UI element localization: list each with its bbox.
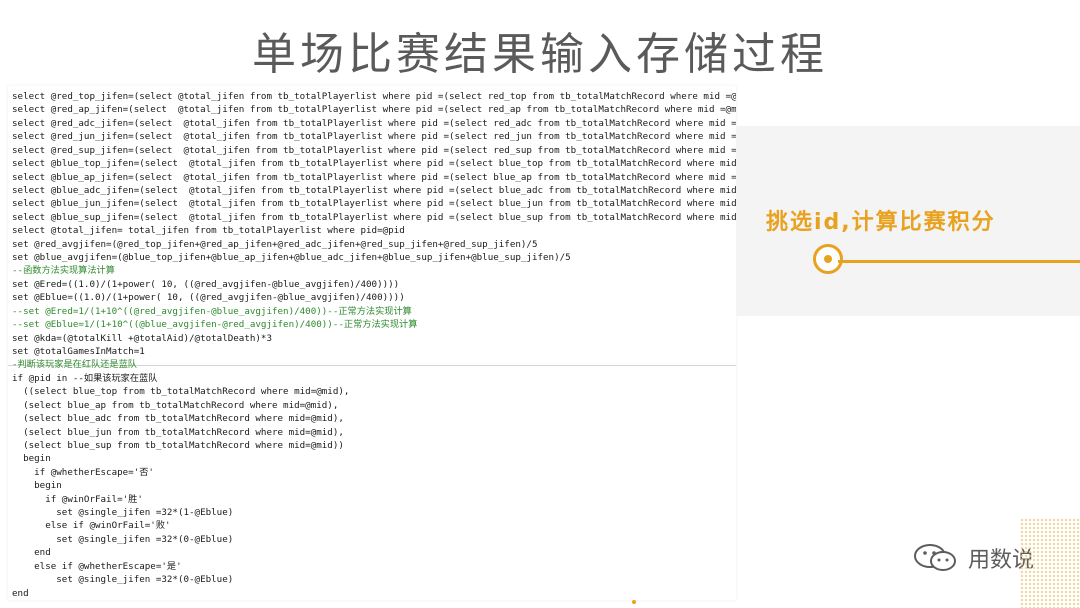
timeline-line — [838, 260, 1080, 263]
code-line: select @red_sup_jifen=(select @total_jif… — [12, 144, 736, 156]
code-line: select @red_jun_jifen=(select @total_jif… — [12, 131, 736, 143]
decorative-dots — [1020, 518, 1080, 608]
code-editor-panel: select @red_top_jifen=(select @total_jif… — [8, 86, 736, 600]
code-line: select @blue_top_jifen=(select @total_ji… — [12, 158, 736, 170]
code-line: else if @winOrFail='败' — [12, 520, 171, 532]
code-line: (select blue_adc from tb_totalMatchRecor… — [12, 413, 344, 425]
code-line: if @winOrFail='胜' — [12, 493, 143, 505]
code-line: set @Ered=((1.0)/(1+power( 10, ((@red_av… — [12, 278, 400, 290]
code-line: select @red_top_jifen=(select @total_jif… — [12, 91, 736, 102]
code-line: select @total_jifen= total_jifen from tb… — [12, 225, 405, 237]
code-line: --函数方法实现算法计算 — [12, 265, 115, 277]
decorative-dot — [632, 600, 636, 604]
code-line: set @red_avgjifen=(@red_top_jifen+@red_a… — [12, 238, 538, 250]
code-line: select @blue_adc_jifen=(select @total_ji… — [12, 184, 736, 196]
code-line: select @red_ap_jifen=(select @total_jife… — [12, 104, 736, 116]
code-line: ((select blue_top from tb_totalMatchReco… — [12, 386, 350, 398]
wechat-icon — [914, 544, 956, 571]
code-line: begin — [12, 480, 62, 492]
code-line: --set @Ered=1/(1+10^((@red_avgjifen-@blu… — [12, 305, 412, 317]
code-line: select @red_adc_jifen=(select @total_jif… — [12, 117, 736, 129]
code-line: set @single_jifen =32*(1-@Eblue) — [12, 507, 234, 519]
code-line: set @single_jifen =32*(0-@Eblue) — [12, 574, 234, 586]
code-line: set @blue_avgjifen=(@blue_top_jifen+@blu… — [12, 252, 571, 264]
timeline-marker-icon — [813, 244, 843, 274]
code-line: end — [12, 587, 29, 599]
code-line: set @single_jifen =32*(0-@Eblue) — [12, 533, 234, 545]
code-line: set @kda=(@totalKill +@totalAid)/@totalD… — [12, 332, 272, 344]
code-line: set @totalGamesInMatch=1 — [12, 345, 145, 357]
code-line: select @blue_jun_jifen=(select @total_ji… — [12, 198, 736, 210]
code-line: if @whetherEscape='否' — [12, 466, 154, 478]
code-line: else if @whetherEscape='是' — [12, 560, 182, 572]
code-line: select @blue_sup_jifen=(select @total_ji… — [12, 211, 736, 223]
code-line: begin — [12, 453, 51, 465]
watermark: 用数说 — [912, 542, 1034, 574]
slide-title: 单场比赛结果输入存储过程 — [252, 29, 828, 80]
code-line: -判断该玩家是在红队还是蓝队 — [12, 359, 137, 371]
code-line: (select blue_ap from tb_totalMatchRecord… — [12, 399, 339, 411]
code-line: (select blue_sup from tb_totalMatchRecor… — [12, 439, 344, 451]
code-line: select @blue_ap_jifen=(select @total_jif… — [12, 171, 736, 183]
caption-text: 挑选id,计算比赛积分 — [766, 210, 996, 235]
code-line: --set @Eblue=1/(1+10^((@blue_avgjifen-@r… — [12, 319, 418, 331]
code-line: if @pid in --如果该玩家在蓝队 — [12, 372, 158, 384]
code-line: set @Eblue=((1.0)/(1+power( 10, ((@red_a… — [12, 292, 405, 304]
code-line: end — [12, 547, 51, 559]
code-line: (select blue_jun from tb_totalMatchRecor… — [12, 426, 344, 438]
